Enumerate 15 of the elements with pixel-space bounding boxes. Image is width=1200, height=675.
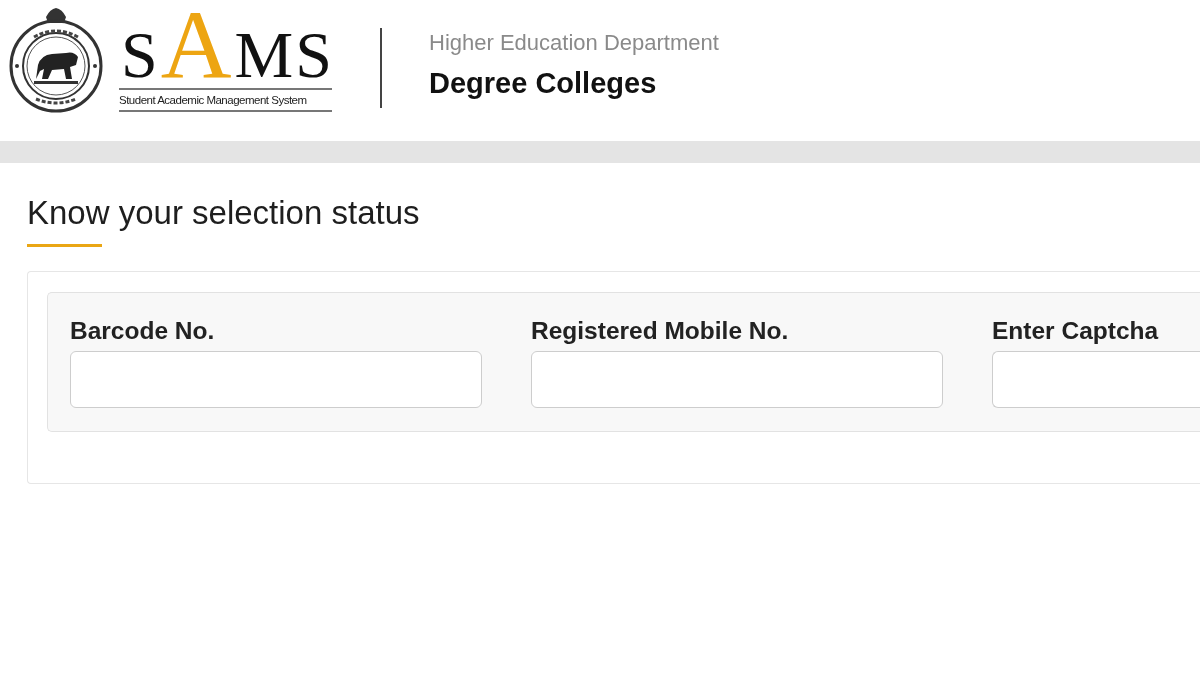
input-field[interactable] bbox=[70, 351, 482, 408]
input-field[interactable] bbox=[531, 351, 943, 408]
field-label: Enter Captcha bbox=[992, 316, 1160, 346]
logo-tagline: Student Academic Management System bbox=[119, 93, 308, 108]
field-label: Barcode No. bbox=[70, 316, 216, 346]
field-label: Registered Mobile No. bbox=[531, 316, 790, 346]
department-name: Higher Education Department bbox=[429, 29, 719, 57]
page-heading: Know your selection status bbox=[27, 193, 421, 233]
logo-letter: S bbox=[121, 17, 158, 93]
logo-letter: S bbox=[295, 17, 332, 93]
seal-icon bbox=[8, 7, 104, 113]
logo-letter: A bbox=[160, 6, 232, 82]
logo-letter: M bbox=[234, 17, 294, 93]
site-title: Degree Colleges bbox=[429, 66, 658, 101]
input-field[interactable] bbox=[992, 351, 1200, 408]
